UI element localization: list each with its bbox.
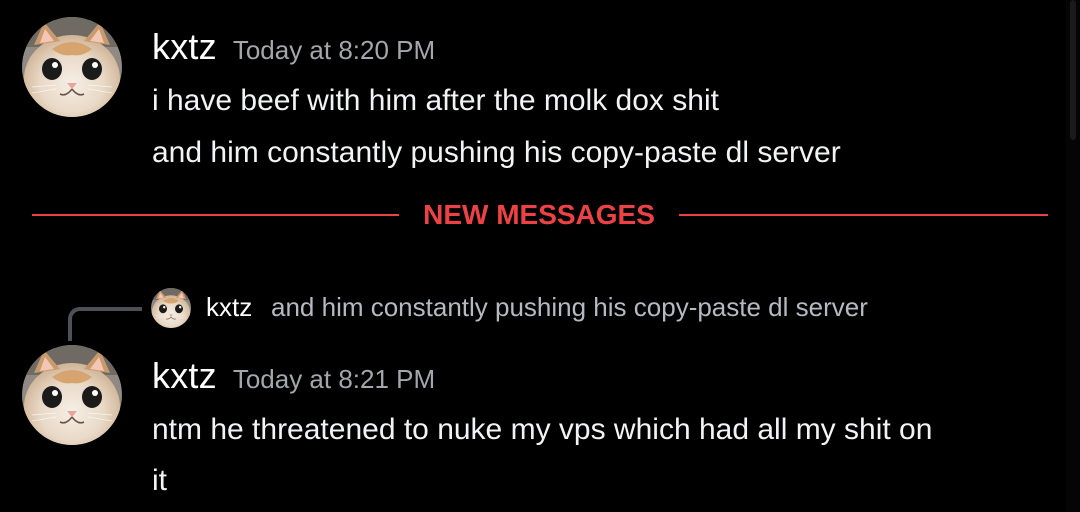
- new-messages-divider: NEW MESSAGES: [32, 197, 1048, 233]
- reply-preview-text[interactable]: and him constantly pushing his copy-past…: [271, 292, 868, 323]
- message-text: it: [152, 464, 167, 497]
- username[interactable]: kxtz: [152, 26, 217, 67]
- divider-line: [32, 214, 399, 216]
- message-text: ntm he threatened to nuke my vps which h…: [152, 413, 933, 446]
- message-group: kxtz Today at 8:20 PM i have beef with hi…: [0, 0, 1080, 190]
- cat-avatar-icon[interactable]: [151, 288, 191, 328]
- reply-spine: [68, 307, 142, 341]
- message-header: kxtz Today at 8:20 PM: [152, 26, 435, 68]
- timestamp: Today at 8:21 PM: [232, 364, 436, 394]
- username[interactable]: kxtz: [152, 355, 217, 396]
- timestamp: Today at 8:20 PM: [232, 35, 436, 65]
- cat-avatar-icon[interactable]: [22, 17, 122, 117]
- new-messages-label: NEW MESSAGES: [423, 199, 655, 230]
- message-group: kxtz Today at 8:21 PM ntm he threatened t…: [0, 340, 1080, 512]
- message-text: i have beef with him after the molk dox …: [152, 84, 719, 117]
- reply-username[interactable]: kxtz: [206, 292, 252, 323]
- reply-reference[interactable]: kxtz and him constantly pushing his copy…: [0, 286, 1060, 341]
- divider-line: [679, 214, 1048, 216]
- message-text: and him constantly pushing his copy-past…: [152, 136, 841, 169]
- message-header: kxtz Today at 8:21 PM: [152, 355, 435, 397]
- cat-avatar-icon[interactable]: [22, 345, 122, 445]
